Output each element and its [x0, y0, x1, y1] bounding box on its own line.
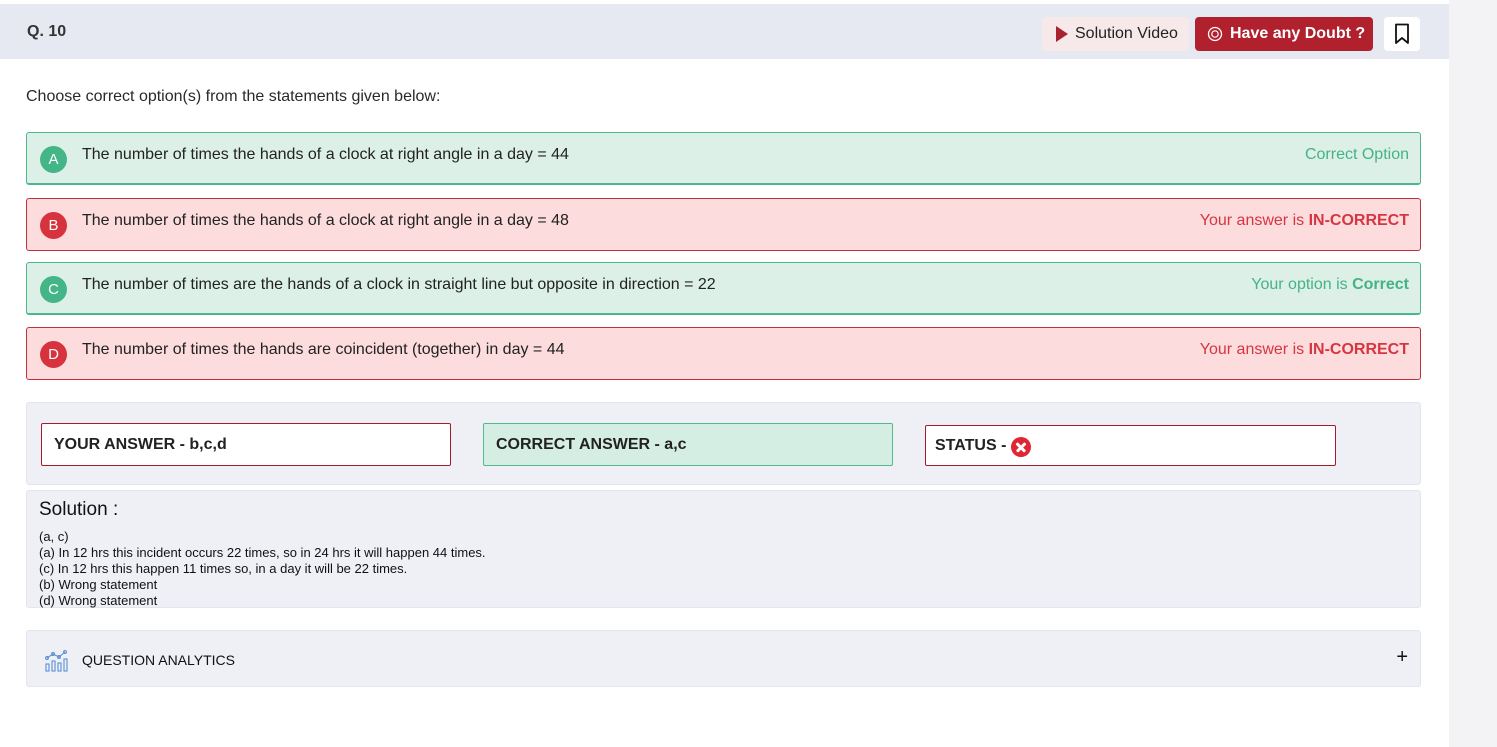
- option-text: The number of times the hands of a clock…: [82, 212, 569, 229]
- incorrect-x-icon: [1011, 436, 1032, 457]
- option-text: The number of times the hands are coinci…: [82, 341, 565, 358]
- your-answer-box: YOUR ANSWER - b,c,d: [41, 423, 451, 466]
- solution-line: (c) In 12 hrs this happen 11 times so, i…: [39, 561, 408, 576]
- solution-video-button[interactable]: Solution Video: [1042, 17, 1189, 51]
- solution-line: (a) In 12 hrs this incident occurs 22 ti…: [39, 545, 486, 560]
- solution-video-label: Solution Video: [1075, 25, 1178, 42]
- doubt-icon: [1207, 26, 1223, 42]
- status-box: STATUS -: [925, 425, 1336, 466]
- option-text: The number of times the hands of a clock…: [82, 146, 569, 163]
- play-icon: [1056, 26, 1068, 42]
- analytics-label: QUESTION ANALYTICS: [82, 652, 235, 668]
- solution-title: Solution :: [39, 499, 119, 520]
- analytics-chart-icon: [45, 650, 68, 672]
- bookmark-icon: [1395, 23, 1409, 44]
- option-d[interactable]: D The number of times the hands are coin…: [26, 327, 1421, 380]
- expand-plus-icon[interactable]: +: [1396, 646, 1408, 669]
- option-letter-badge: D: [40, 341, 67, 368]
- option-c[interactable]: C The number of times are the hands of a…: [26, 262, 1421, 315]
- solution-line: (d) Wrong statement: [39, 593, 158, 608]
- answer-summary-panel: YOUR ANSWER - b,c,d CORRECT ANSWER - a,c…: [26, 402, 1421, 485]
- question-analytics-accordion[interactable]: QUESTION ANALYTICS +: [26, 630, 1421, 687]
- right-gutter: [1449, 0, 1497, 747]
- solution-panel: Solution : (a, c) (a) In 12 hrs this inc…: [26, 490, 1421, 608]
- solution-line: (b) Wrong statement: [39, 577, 158, 592]
- have-doubt-button[interactable]: Have any Doubt ?: [1195, 17, 1373, 51]
- question-header: Q. 10 Solution Video Have any Doubt ?: [0, 4, 1449, 59]
- option-a[interactable]: A The number of times the hands of a clo…: [26, 132, 1421, 185]
- option-status: Your answer is IN-CORRECT: [1199, 212, 1409, 229]
- option-letter-badge: A: [40, 146, 67, 173]
- question-number: Q. 10: [27, 23, 67, 40]
- option-b[interactable]: B The number of times the hands of a clo…: [26, 198, 1421, 251]
- status-label: STATUS -: [935, 436, 1007, 454]
- option-letter-badge: B: [40, 212, 67, 239]
- option-status: Correct Option: [1304, 146, 1409, 163]
- option-status: Your answer is IN-CORRECT: [1199, 341, 1409, 358]
- solution-line: (a, c): [39, 529, 69, 544]
- option-status: Your option is Correct: [1251, 276, 1409, 293]
- question-prompt: Choose correct option(s) from the statem…: [26, 88, 441, 105]
- option-letter-badge: C: [40, 276, 67, 303]
- have-doubt-label: Have any Doubt ?: [1230, 25, 1366, 42]
- correct-answer-box: CORRECT ANSWER - a,c: [483, 423, 893, 466]
- option-text: The number of times are the hands of a c…: [82, 276, 716, 293]
- solution-text: (a, c) (a) In 12 hrs this incident occur…: [39, 529, 486, 609]
- bookmark-button[interactable]: [1384, 17, 1420, 51]
